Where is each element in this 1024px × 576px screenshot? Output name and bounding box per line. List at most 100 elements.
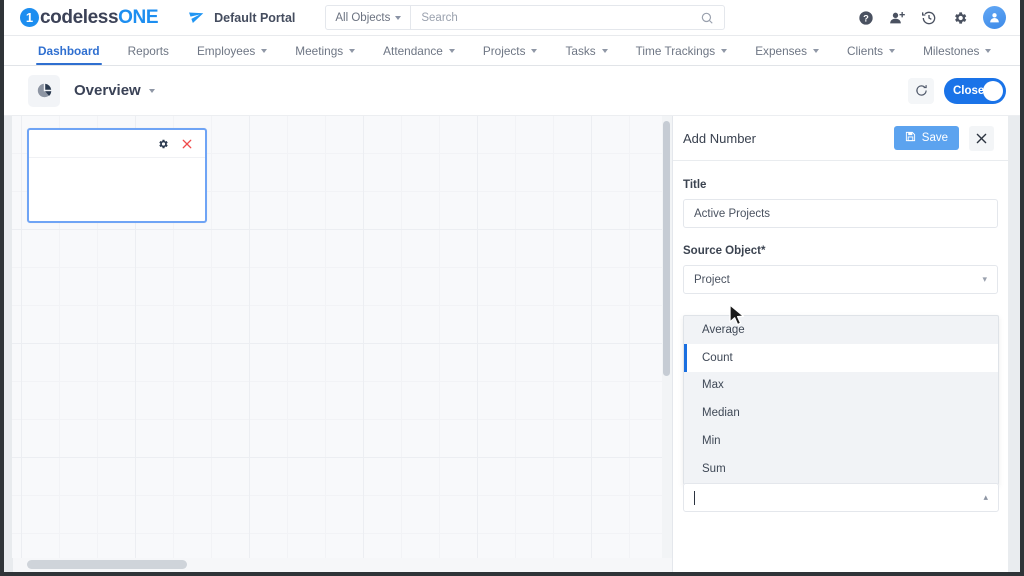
dropdown-option-average[interactable]: Average	[684, 316, 998, 344]
chevron-down-icon	[985, 48, 992, 53]
dropdown-option-label: Sum	[702, 462, 726, 475]
close-x-icon[interactable]	[182, 137, 192, 151]
panel-title: Add Number	[683, 130, 756, 146]
dashboard-sub-header: Overview Close	[4, 66, 1020, 116]
chevron-down-icon	[813, 48, 819, 53]
app-logo[interactable]: 1 codelessONE	[20, 6, 159, 29]
nav-item-tasks[interactable]: Tasks	[551, 36, 621, 65]
logo-text: codelessONE	[40, 6, 159, 28]
window-edge-left	[0, 0, 4, 576]
send-icon	[187, 6, 208, 29]
nav-label: Tasks	[565, 43, 596, 58]
panel-close-button[interactable]	[969, 125, 994, 151]
widget-toolbar	[29, 130, 205, 158]
dropdown-option-label: Average	[702, 323, 745, 336]
chevron-down-icon: ▾	[982, 274, 987, 284]
add-user-icon[interactable]	[889, 10, 906, 26]
nav-label: Reports	[127, 43, 169, 58]
chevron-down-icon	[889, 48, 896, 53]
nav-item-meetings[interactable]: Meetings	[281, 36, 369, 65]
dropdown-option-label: Count	[702, 351, 733, 364]
dashboard-canvas[interactable]	[4, 116, 672, 572]
search-input[interactable]	[411, 11, 701, 24]
panel-right-strip	[1008, 116, 1020, 572]
top-bar-icons: ?	[858, 6, 1006, 29]
chevron-down-icon	[261, 48, 268, 53]
chevron-up-icon[interactable]: ▴	[983, 492, 988, 503]
object-filter-label: All Objects	[335, 11, 391, 24]
portal-name: Default Portal	[214, 10, 296, 25]
close-toggle[interactable]: Close	[944, 77, 1006, 104]
page-title: Overview	[74, 82, 141, 99]
chevron-down-icon	[531, 48, 538, 53]
save-button[interactable]: Save	[893, 126, 959, 150]
nav-label: Expenses	[755, 43, 807, 58]
settings-gear-icon[interactable]	[952, 10, 968, 26]
nav-item-expenses[interactable]: Expenses	[741, 36, 833, 65]
dropdown-option-label: Min	[702, 435, 721, 448]
aggregate-input[interactable]: ▴	[683, 483, 999, 512]
object-filter-select[interactable]: All Objects	[326, 6, 412, 29]
nav-label: Meetings	[295, 43, 344, 58]
nav-item-reports[interactable]: Reports	[114, 36, 183, 65]
nav-item-budgets[interactable]: Budgets	[1005, 36, 1020, 65]
canvas-horizontal-scroll-thumb[interactable]	[27, 560, 187, 569]
nav-item-time-trackings[interactable]: Time Trackings	[622, 36, 742, 65]
dropdown-option-sum[interactable]: Sum	[684, 455, 998, 483]
chevron-down-icon	[448, 48, 455, 53]
source-object-field-label: Source Object*	[683, 245, 766, 257]
canvas-vertical-scrollbar[interactable]	[662, 116, 672, 558]
text-caret	[694, 490, 695, 505]
panel-body: Title Source Object* Project ▾ Average C…	[673, 161, 1008, 512]
dashboard-widget-card[interactable]	[27, 128, 207, 223]
search-icon[interactable]	[700, 11, 714, 25]
window-edge-bottom	[0, 572, 1024, 576]
dropdown-option-label: Median	[702, 407, 740, 420]
window-edge-right	[1020, 0, 1024, 576]
nav-label: Milestones	[923, 43, 980, 58]
aggregate-dropdown-menu: Average Count Max Median Min Sum	[683, 315, 999, 485]
canvas-vertical-scroll-thumb[interactable]	[663, 121, 670, 376]
dropdown-option-max[interactable]: Max	[684, 372, 998, 400]
dropdown-option-label: Max	[702, 379, 724, 392]
nav-item-projects[interactable]: Projects	[469, 36, 552, 65]
nav-label: Attendance	[383, 43, 443, 58]
nav-label: Dashboard	[38, 43, 100, 58]
chevron-down-icon	[721, 48, 728, 53]
nav-label: Employees	[196, 43, 256, 58]
dropdown-option-median[interactable]: Median	[684, 399, 998, 427]
chevron-down-icon	[601, 48, 608, 53]
close-toggle-label: Close	[953, 84, 985, 97]
add-number-panel: Add Number Save Title Active Projects So…	[672, 116, 1008, 572]
svg-text:?: ?	[863, 13, 869, 23]
history-icon[interactable]	[921, 10, 937, 26]
nav-item-dashboard[interactable]: Dashboard	[24, 36, 114, 65]
sub-header-actions: Close	[908, 77, 1006, 104]
source-object-select[interactable]: Project ▾	[683, 265, 998, 294]
dropdown-option-count[interactable]: Count	[684, 343, 998, 372]
top-bar: 1 codelessONE Default Portal All Objects	[4, 0, 1020, 36]
app-window: 1 codelessONE Default Portal All Objects	[0, 0, 1024, 576]
pie-chart-icon	[28, 74, 60, 107]
title-input[interactable]	[683, 199, 998, 228]
dropdown-option-min[interactable]: Min	[684, 427, 998, 455]
title-field-label: Title	[683, 179, 707, 191]
chevron-down-icon[interactable]	[148, 88, 155, 93]
gear-icon[interactable]	[157, 138, 169, 150]
help-icon[interactable]: ?	[858, 10, 874, 26]
portal-selector[interactable]: Default Portal	[187, 6, 296, 29]
nav-label: Time Trackings	[635, 43, 716, 58]
toggle-knob	[983, 80, 1003, 101]
nav-item-employees[interactable]: Employees	[183, 36, 281, 65]
panel-actions: Save	[893, 125, 994, 151]
nav-item-milestones[interactable]: Milestones	[909, 36, 1005, 65]
user-avatar[interactable]	[983, 6, 1006, 29]
main-navigation: Dashboard Reports Employees Meetings Att…	[4, 36, 1020, 66]
canvas-horizontal-scrollbar[interactable]	[13, 558, 672, 572]
nav-item-attendance[interactable]: Attendance	[369, 36, 469, 65]
source-object-value: Project	[694, 273, 730, 286]
chevron-down-icon	[395, 15, 402, 20]
refresh-icon[interactable]	[908, 77, 934, 104]
nav-item-clients[interactable]: Clients	[833, 36, 909, 65]
field-spacer	[683, 228, 998, 245]
